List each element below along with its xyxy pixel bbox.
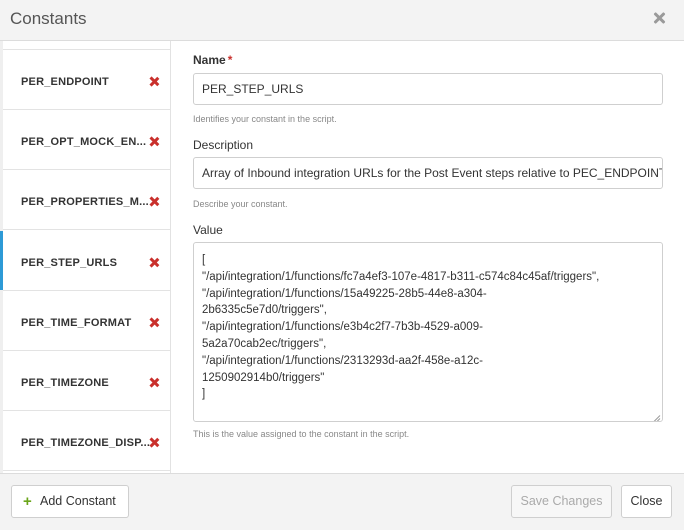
- sidebar-item-label: PER_PROPERTIES_M...: [21, 196, 149, 208]
- add-constant-label: Add Constant: [40, 494, 116, 508]
- sidebar-item-label: PER_ENDPOINT: [21, 76, 109, 88]
- value-line: "/api/integration/1/functions/2313293d-a…: [202, 354, 483, 367]
- list-item-partial[interactable]: [3, 41, 170, 50]
- description-help: Describe your constant.: [193, 199, 288, 209]
- value-line: "/api/integration/1/functions/e3b4c2f7-7…: [202, 321, 483, 334]
- add-constant-button[interactable]: + Add Constant: [11, 485, 129, 518]
- description-input[interactable]: Array of Inbound integration URLs for th…: [193, 157, 663, 189]
- value-textarea[interactable]: [ "/api/integration/1/functions/fc7a4ef3…: [193, 242, 663, 422]
- dialog-header: Constants: [0, 0, 684, 41]
- value-line: 1250902914b0/triggers": [202, 371, 325, 384]
- sidebar-item-label: PER_TIMEZONE: [21, 377, 109, 389]
- dialog-footer: + Add Constant Save Changes Close: [0, 473, 684, 530]
- value-line: 5a2a70cab2ec/triggers",: [202, 337, 327, 350]
- sidebar-item-label: PER_STEP_URLS: [21, 257, 118, 269]
- constant-form: Name * PER_STEP_URLS Identifies your cons…: [172, 41, 684, 473]
- close-icon[interactable]: [652, 11, 666, 25]
- value-line: "/api/integration/1/functions/fc7a4ef3-1…: [202, 270, 600, 283]
- delete-icon[interactable]: [150, 77, 159, 86]
- description-label: Description: [193, 138, 254, 152]
- plus-icon: +: [23, 493, 32, 510]
- sidebar-item-per-properties[interactable]: PER_PROPERTIES_M...: [3, 170, 170, 230]
- delete-icon[interactable]: [150, 258, 159, 267]
- sidebar-item-per-endpoint[interactable]: PER_ENDPOINT: [3, 50, 170, 110]
- dialog-title: Constants: [10, 9, 87, 28]
- sidebar-item-per-timezone[interactable]: PER_TIMEZONE: [3, 351, 170, 411]
- save-changes-button[interactable]: Save Changes: [511, 485, 612, 518]
- name-help: Identifies your constant in the script.: [193, 114, 337, 124]
- value-help: This is the value assigned to the consta…: [193, 429, 410, 439]
- delete-icon[interactable]: [150, 438, 159, 447]
- name-label: Name *: [193, 53, 233, 67]
- delete-icon[interactable]: [150, 318, 159, 327]
- name-input[interactable]: PER_STEP_URLS: [193, 73, 663, 105]
- sidebar-item-label: PER_OPT_MOCK_EN...: [21, 136, 147, 148]
- value-label: Value: [193, 223, 223, 237]
- value-line: 2b6335c5e7d0/triggers",: [202, 304, 327, 317]
- active-indicator: [0, 231, 3, 290]
- value-line: [: [202, 254, 206, 266]
- value-line: "/api/integration/1/functions/15a49225-2…: [202, 287, 487, 300]
- constants-list: PER_ENDPOINT PER_OPT_MOCK_EN... PER_PROP…: [0, 41, 171, 473]
- sidebar-item-per-timezone-disp[interactable]: PER_TIMEZONE_DISP...: [3, 411, 170, 471]
- constants-dialog: Constants PER_ENDPOINT PER_OPT_MOCK_EN..…: [0, 0, 684, 530]
- sidebar-item-per-step-urls[interactable]: PER_STEP_URLS: [0, 231, 170, 291]
- sidebar-item-per-opt-mock[interactable]: PER_OPT_MOCK_EN...: [3, 110, 170, 170]
- value-line: ]: [202, 388, 206, 401]
- delete-icon[interactable]: [150, 137, 159, 146]
- delete-icon[interactable]: [150, 197, 159, 206]
- resize-grip-icon[interactable]: [651, 410, 660, 419]
- required-marker: *: [227, 53, 233, 67]
- sidebar-item-label: PER_TIMEZONE_DISP...: [21, 437, 151, 449]
- sidebar-item-label: PER_TIME_FORMAT: [21, 317, 132, 329]
- close-button[interactable]: Close: [621, 485, 672, 518]
- sidebar-item-per-time-format[interactable]: PER_TIME_FORMAT: [3, 291, 170, 351]
- delete-icon[interactable]: [150, 378, 159, 387]
